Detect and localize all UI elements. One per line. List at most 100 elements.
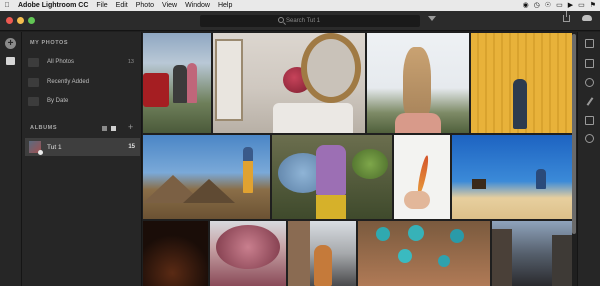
menu-photo[interactable]: Photo — [132, 2, 158, 9]
share-icon[interactable] — [563, 11, 570, 22]
building-shape — [492, 229, 512, 286]
toolbar: Search Tut 1 — [0, 11, 600, 31]
person-shape — [314, 245, 332, 286]
skirt-shape — [316, 195, 346, 219]
menu-window[interactable]: Window — [181, 2, 214, 9]
edit-sliders-icon[interactable] — [585, 39, 594, 48]
cloud-sync-icon[interactable] — [582, 15, 592, 21]
linear-gradient-icon[interactable] — [585, 116, 594, 125]
apple-icon[interactable]:  — [0, 2, 14, 9]
album-thumbnail — [29, 141, 43, 155]
photo-yellow-wall-woman[interactable] — [471, 33, 572, 133]
battery-icon[interactable]: ▭ — [578, 0, 585, 11]
clock-icon — [28, 77, 39, 87]
radial-gradient-icon[interactable] — [585, 134, 594, 143]
crop-icon[interactable] — [585, 59, 594, 68]
mountain-shape — [183, 179, 235, 203]
grid-view-icon[interactable] — [111, 126, 116, 131]
right-tool-panel — [577, 32, 600, 286]
flag-icon[interactable]: ⚑ — [590, 0, 596, 11]
album-label: Tut 1 — [47, 143, 62, 151]
menubar:  Adobe Lightroom CC File Edit Photo Vie… — [0, 0, 600, 11]
add-album-icon[interactable]: + — [128, 123, 133, 132]
photo-dark-fire[interactable] — [143, 221, 208, 286]
lightroom-window:  Adobe Lightroom CC File Edit Photo Vie… — [0, 0, 600, 286]
sidebar-item-recently-added[interactable]: Recently Added — [28, 75, 140, 89]
my-photos-title: MY PHOTOS — [30, 40, 69, 46]
sidebar-item-by-date[interactable]: By Date — [28, 94, 140, 108]
ring-stone-shape — [450, 229, 464, 243]
wifi-icon[interactable]: ☉ — [545, 0, 551, 11]
mirror-shape — [215, 39, 243, 121]
sidebar-item-label: Recently Added — [47, 79, 90, 85]
sidebar-item-label: All Photos — [47, 59, 75, 65]
shoulders-shape — [395, 113, 441, 133]
sidebar-item-label: By Date — [47, 98, 69, 104]
photo-braided-hair[interactable] — [367, 33, 469, 133]
person-shape — [536, 169, 546, 189]
round-mirror-shape — [301, 33, 361, 103]
brush-icon[interactable] — [585, 97, 594, 106]
close-button[interactable] — [6, 17, 13, 24]
search-placeholder: Search Tut 1 — [286, 18, 321, 24]
photo-pink-tree[interactable] — [210, 221, 286, 286]
hand-shape — [404, 191, 430, 209]
photo-mountain-man[interactable] — [143, 135, 270, 219]
search-input[interactable]: Search Tut 1 — [200, 15, 420, 27]
photo-city-evening[interactable] — [492, 221, 572, 286]
photo-bathroom-roses[interactable] — [213, 33, 365, 133]
plant-shape — [352, 149, 388, 179]
scrollbar-thumb[interactable] — [572, 34, 576, 234]
ring-stone-shape — [376, 227, 390, 241]
album-count: 15 — [128, 144, 135, 150]
sidebar-item-count: 13 — [127, 59, 134, 65]
photo-red-car-couple[interactable] — [143, 33, 211, 133]
braid-shape — [403, 47, 431, 121]
tree-canopy-shape — [216, 225, 280, 269]
time-machine-icon[interactable]: ◷ — [534, 0, 540, 11]
album-item-tut-1[interactable]: Tut 1 15 — [25, 138, 140, 156]
ring-stone-shape — [408, 225, 424, 241]
photo-turquoise-rings[interactable] — [358, 221, 490, 286]
calendar-icon — [28, 96, 39, 106]
photo-street-woman[interactable] — [288, 221, 356, 286]
person-shape — [187, 63, 197, 103]
grid-scrollbar[interactable] — [572, 34, 576, 284]
menu-file[interactable]: File — [92, 2, 111, 9]
library-icon[interactable] — [6, 57, 15, 65]
person-shape — [243, 147, 253, 193]
feather-shape — [415, 154, 431, 196]
menu-view[interactable]: View — [158, 2, 181, 9]
person-shape — [513, 79, 527, 129]
sidebar-item-all-photos[interactable]: All Photos 13 — [28, 55, 140, 69]
red-car-shape — [143, 73, 169, 107]
creative-cloud-icon[interactable]: ◉ — [523, 0, 529, 11]
photo-desert-blue-sky[interactable] — [452, 135, 572, 219]
person-shape — [173, 65, 187, 103]
building-shape — [552, 235, 572, 286]
display-icon[interactable]: ▭ — [556, 0, 563, 11]
healing-brush-icon[interactable] — [585, 78, 594, 87]
menu-edit[interactable]: Edit — [112, 2, 132, 9]
maximize-button[interactable] — [28, 17, 35, 24]
search-icon — [278, 17, 284, 23]
window-controls — [6, 17, 35, 24]
menu-help[interactable]: Help — [214, 2, 236, 9]
filter-icon[interactable] — [428, 16, 436, 21]
volume-icon[interactable]: ▶ — [568, 0, 573, 11]
sidebar: MY PHOTOS All Photos 13 Recently Added B… — [22, 32, 142, 286]
minimize-button[interactable] — [17, 17, 24, 24]
list-view-icon[interactable] — [102, 126, 107, 131]
albums-title: ALBUMS — [30, 125, 58, 131]
building-shape — [288, 221, 310, 286]
photo-blue-flowers[interactable] — [272, 135, 392, 219]
figure-shape — [472, 179, 486, 189]
left-rail: + — [0, 32, 22, 286]
photo-feather-hand[interactable] — [394, 135, 450, 219]
album-view-tools — [102, 126, 116, 131]
add-photos-icon[interactable]: + — [5, 38, 16, 49]
menu-app-name[interactable]: Adobe Lightroom CC — [14, 2, 92, 9]
ring-stone-shape — [438, 255, 450, 267]
photo-grid — [142, 32, 576, 286]
menubar-status-icons: ◉ ◷ ☉ ▭ ▶ ▭ ⚑ — [523, 0, 596, 11]
